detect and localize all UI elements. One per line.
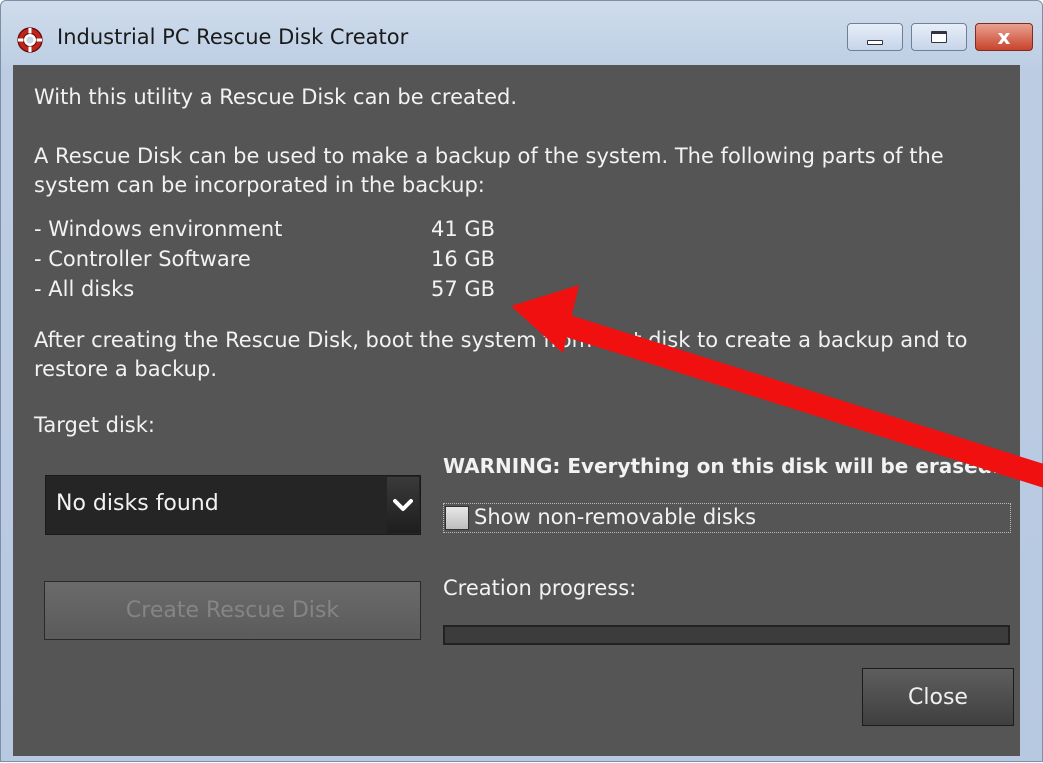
- maximize-button[interactable]: [911, 23, 967, 51]
- part-label: - Windows environment: [34, 217, 283, 241]
- non-removable-checkbox-label[interactable]: Show non-removable disks: [474, 505, 756, 529]
- after-creation-line1: After creating the Rescue Disk, boot the…: [34, 326, 968, 355]
- backup-description-line2: system can be incorporated in the backup…: [34, 173, 485, 197]
- target-disk-dropdown[interactable]: No disks found: [45, 475, 421, 535]
- backup-description: A Rescue Disk can be used to make a back…: [34, 142, 944, 200]
- lifebuoy-icon: [17, 27, 43, 53]
- creation-progress-label: Creation progress:: [443, 576, 637, 600]
- chevron-down-icon[interactable]: [387, 477, 419, 533]
- part-size: 16 GB: [431, 247, 496, 271]
- part-size: 41 GB: [431, 217, 496, 241]
- target-disk-label: Target disk:: [34, 413, 155, 437]
- close-button[interactable]: Close: [862, 668, 1014, 726]
- intro-text: With this utility a Rescue Disk can be c…: [34, 85, 518, 109]
- minimize-icon: [867, 39, 883, 45]
- title-bar[interactable]: Industrial PC Rescue Disk Creator x: [1, 1, 1042, 65]
- non-removable-checkbox[interactable]: [445, 506, 469, 530]
- target-disk-selected: No disks found: [56, 491, 219, 516]
- creation-progress-bar: [443, 625, 1010, 645]
- after-text-start: After creating the Rescue Disk, boot the…: [34, 328, 599, 352]
- after-text-obscured: that: [598, 328, 642, 352]
- erase-warning: WARNING: Everything on this disk will be…: [443, 454, 1000, 478]
- chevron-down-glyph: [393, 499, 413, 511]
- maximize-icon: [931, 31, 947, 43]
- after-creation-text: After creating the Rescue Disk, boot the…: [34, 326, 968, 384]
- after-creation-line2: restore a backup.: [34, 357, 218, 381]
- minimize-button[interactable]: [847, 23, 903, 51]
- part-label: - Controller Software: [34, 247, 251, 271]
- dialog-body: With this utility a Rescue Disk can be c…: [13, 65, 1020, 756]
- part-label: - All disks: [34, 277, 135, 301]
- close-icon: x: [997, 25, 1011, 49]
- after-text-end: disk to create a backup and to: [641, 328, 968, 352]
- close-window-button[interactable]: x: [975, 23, 1033, 51]
- part-size: 57 GB: [431, 277, 496, 301]
- window-title: Industrial PC Rescue Disk Creator: [57, 25, 409, 49]
- app-window: Industrial PC Rescue Disk Creator x With…: [0, 0, 1043, 762]
- backup-description-line1: A Rescue Disk can be used to make a back…: [34, 144, 944, 168]
- create-rescue-disk-button[interactable]: Create Rescue Disk: [44, 581, 421, 640]
